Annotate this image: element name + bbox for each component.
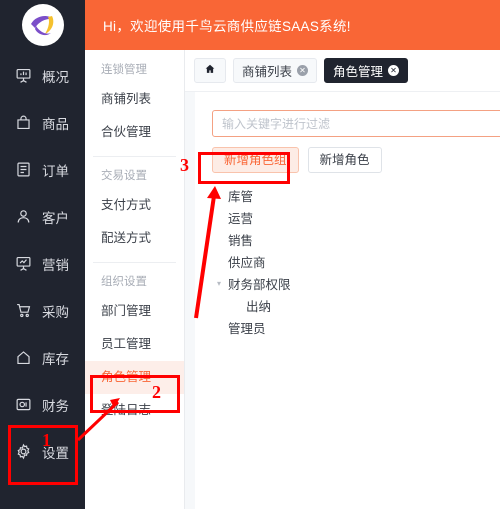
qianniao-logo-icon bbox=[30, 16, 53, 36]
main-content: 商铺列表 ✕ 角色管理 ✕ 新增角色组 新增角色 库管 运营 bbox=[185, 50, 500, 509]
submenu-item-shop-list[interactable]: 商铺列表 bbox=[85, 83, 184, 116]
tree-node[interactable]: 管理员 bbox=[212, 316, 482, 338]
sidebar-item-label: 营销 bbox=[42, 257, 69, 273]
primary-sidebar-list: 概况 商品 订单 客户 营销 采购 库存 财务 设置 bbox=[0, 52, 85, 475]
finance-icon bbox=[14, 395, 33, 414]
add-role-group-button[interactable]: 新增角色组 bbox=[212, 147, 299, 173]
tree-node-label: 财务部权限 bbox=[228, 277, 291, 292]
gear-icon bbox=[14, 442, 33, 461]
sidebar-item-label: 概况 bbox=[42, 69, 69, 85]
sidebar-item-marketing[interactable]: 营销 bbox=[0, 240, 85, 287]
tree-node-label: 出纳 bbox=[246, 299, 272, 314]
tree-node-label: 运营 bbox=[228, 211, 254, 226]
sidebar-item-label: 财务 bbox=[42, 398, 69, 414]
sidebar-item-products[interactable]: 商品 bbox=[0, 99, 85, 146]
tree-node[interactable]: ▾ 财务部权限 bbox=[212, 272, 482, 294]
tree-node[interactable]: 出纳 bbox=[212, 294, 482, 316]
sidebar-item-label: 库存 bbox=[42, 351, 69, 367]
tree-node[interactable]: 库管 bbox=[212, 184, 482, 206]
chevron-down-icon[interactable]: ▾ bbox=[212, 276, 226, 290]
tree-node-label: 供应商 bbox=[228, 255, 266, 270]
submenu-group-title: 连锁管理 bbox=[101, 64, 147, 76]
sidebar-item-customers[interactable]: 客户 bbox=[0, 193, 85, 240]
sidebar-item-label: 客户 bbox=[42, 210, 69, 226]
submenu-divider bbox=[93, 262, 176, 263]
logo[interactable] bbox=[0, 0, 85, 50]
sidebar-item-label: 设置 bbox=[42, 445, 69, 461]
tab-label: 商铺列表 bbox=[242, 65, 293, 79]
welcome-banner-text: Hi，欢迎使用千鸟云商供应链SAAS系统! bbox=[103, 19, 351, 34]
submenu-item-role-management[interactable]: 角色管理 bbox=[85, 361, 184, 394]
tab-role-management[interactable]: 角色管理 ✕ bbox=[324, 58, 409, 83]
sidebar-item-orders[interactable]: 订单 bbox=[0, 146, 85, 193]
sidebar-item-purchasing[interactable]: 采购 bbox=[0, 287, 85, 334]
panel-button-row: 新增角色组 新增角色 bbox=[212, 147, 391, 173]
submenu-item-partner-management[interactable]: 合伙管理 bbox=[85, 116, 184, 149]
sidebar-item-settings[interactable]: 设置 bbox=[0, 428, 85, 475]
submenu-item-login-log[interactable]: 登陆日志 bbox=[85, 394, 184, 427]
dashboard-icon bbox=[14, 66, 33, 85]
submenu-item-staff-management[interactable]: 员工管理 bbox=[85, 328, 184, 361]
tab-home[interactable] bbox=[194, 58, 226, 83]
submenu-group-title: 交易设置 bbox=[101, 170, 147, 182]
tab-shop-list[interactable]: 商铺列表 ✕ bbox=[233, 58, 318, 83]
tree-node-label: 销售 bbox=[228, 233, 254, 248]
sidebar-item-label: 订单 bbox=[42, 163, 69, 179]
bag-icon bbox=[14, 113, 33, 132]
tree-node[interactable]: 供应商 bbox=[212, 250, 482, 272]
search-input[interactable] bbox=[212, 110, 500, 137]
tree-node-label: 管理员 bbox=[228, 321, 266, 336]
sidebar-item-label: 采购 bbox=[42, 304, 69, 320]
submenu-divider bbox=[93, 156, 176, 157]
tree-node[interactable]: 运营 bbox=[212, 206, 482, 228]
submenu-item-payment-method[interactable]: 支付方式 bbox=[85, 189, 184, 222]
home-icon bbox=[204, 63, 216, 78]
secondary-sidebar: 连锁管理 商铺列表 合伙管理 交易设置 支付方式 配送方式 组织设置 部门管理 … bbox=[85, 50, 185, 509]
list-doc-icon bbox=[14, 160, 33, 179]
cart-icon bbox=[14, 301, 33, 320]
home-icon bbox=[14, 348, 33, 367]
submenu-item-department-management[interactable]: 部门管理 bbox=[85, 295, 184, 328]
sidebar-item-label: 商品 bbox=[42, 116, 69, 132]
submenu-item-delivery-method[interactable]: 配送方式 bbox=[85, 222, 184, 255]
add-role-button[interactable]: 新增角色 bbox=[307, 147, 382, 173]
user-icon bbox=[14, 207, 33, 226]
app-root: 概况 商品 订单 客户 营销 采购 库存 财务 设置 Hi，欢迎使用千鸟云商供应… bbox=[0, 0, 500, 509]
tab-label: 角色管理 bbox=[333, 65, 384, 79]
sidebar-item-finance[interactable]: 财务 bbox=[0, 381, 85, 428]
submenu-group-title: 组织设置 bbox=[101, 276, 147, 288]
tree-node-label: 库管 bbox=[228, 189, 254, 204]
role-panel: 新增角色组 新增角色 库管 运营 销售 供应商 ▾ 财务部权限 bbox=[195, 92, 500, 509]
close-icon[interactable]: ✕ bbox=[297, 65, 309, 76]
sidebar-item-overview[interactable]: 概况 bbox=[0, 52, 85, 99]
tree-node[interactable]: 销售 bbox=[212, 228, 482, 250]
logo-circle bbox=[21, 4, 64, 46]
welcome-banner: Hi，欢迎使用千鸟云商供应链SAAS系统! bbox=[85, 0, 500, 50]
tab-bar: 商铺列表 ✕ 角色管理 ✕ bbox=[185, 50, 500, 92]
marketing-chart-icon bbox=[14, 254, 33, 273]
primary-sidebar: 概况 商品 订单 客户 营销 采购 库存 财务 设置 bbox=[0, 0, 85, 509]
close-icon[interactable]: ✕ bbox=[388, 65, 400, 76]
sidebar-item-inventory[interactable]: 库存 bbox=[0, 334, 85, 381]
role-tree: 库管 运营 销售 供应商 ▾ 财务部权限 出纳 管理员 bbox=[212, 184, 482, 338]
